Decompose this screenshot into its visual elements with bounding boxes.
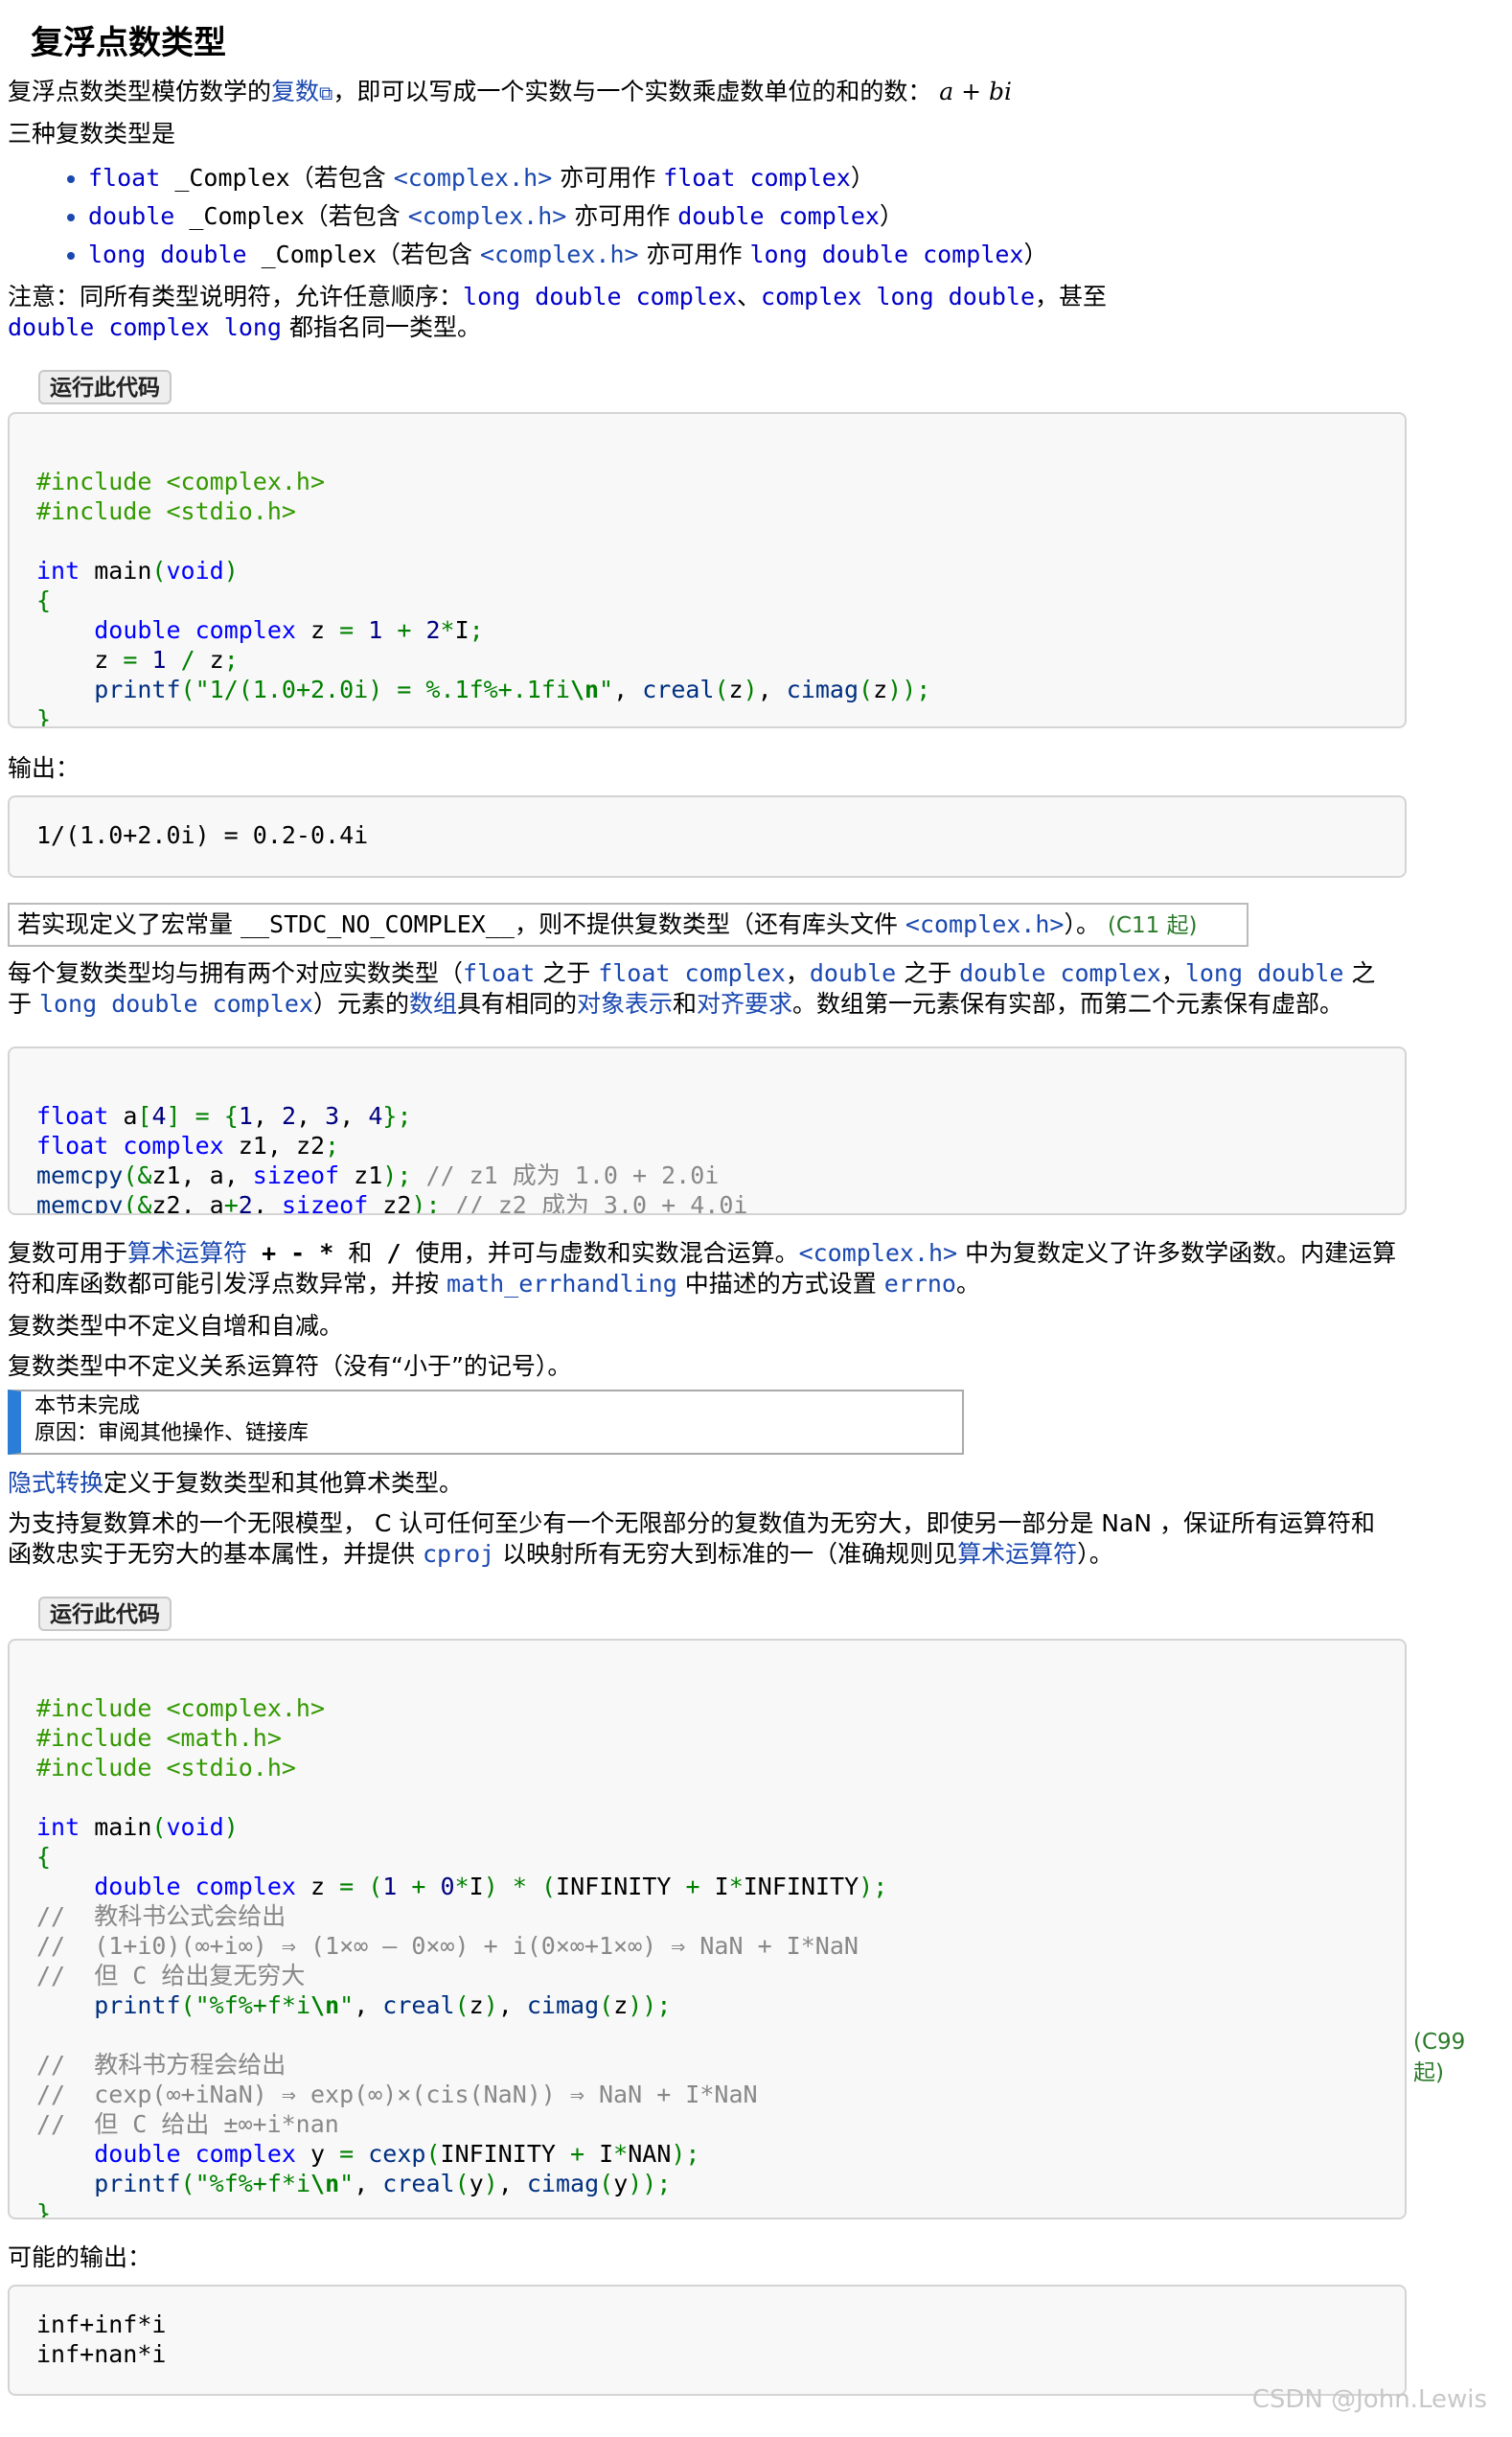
inf-model-line1: 为支持复数算术的一个无限模型， C 认可任何至少有一个无限部分的复数值为无穷大，… [8,1509,1375,1537]
todo-notice: 本节未完成 原因：审阅其他操作、链接库 [8,1390,964,1455]
run-code-button[interactable]: 运行此代码 [38,370,172,404]
list-item: long double _Complex（若包含 <complex.h> 亦可用… [67,236,1048,274]
arith-line2: 符和库函数都可能引发浮点数异常，并按 math_errhandling 中描述的… [8,1270,980,1298]
since-c99-badge: (C99 起) [1413,2030,1466,2085]
todo-title: 本节未完成 [34,1394,141,1418]
run-code-button-2[interactable]: 运行此代码 [38,1597,172,1631]
repr-line2: 于 long double complex）元素的数组具有相同的对象表示和对齐要… [8,990,1344,1018]
object-representation-link[interactable]: 对象表示 [577,990,673,1018]
todo-reason: 原因：审阅其他操作、链接库 [34,1421,309,1445]
output-block-1: 1/(1.0+2.0i) = 0.2-0.4i [8,795,1407,878]
cproj-link[interactable]: cproj [423,1540,494,1568]
arith-operators-link[interactable]: 算术运算符 [127,1239,247,1267]
implicit-conv-text: 隐式转换定义于复数类型和其他算术类型。 [8,1469,464,1497]
external-link-icon: ⧉ [319,81,333,104]
order-note-line2: double complex long 都指名同一类型。 [8,313,481,341]
order-note-line1: 注意：同所有类型说明符，允许任意顺序：long double complex、c… [8,283,1108,310]
stdc-no-complex-note: 若实现定义了宏常量 __STDC_NO_COMPLEX__，则不提供复数类型（还… [8,903,1249,947]
header-link[interactable]: <complex.h> [480,241,639,268]
list-item: double _Complex（若包含 <complex.h> 亦可用作 dou… [67,197,1048,236]
inf-model-line2: 函数忠实于无穷大的基本属性，并提供 cproj 以映射所有无穷大到标准的一（准确… [8,1540,1113,1568]
output-block-3: inf+inf*i inf+nan*i [8,2285,1407,2396]
code-block-1: #include <complex.h> #include <stdio.h> in… [8,412,1407,728]
version-badge: (C11 起) [1107,913,1198,938]
intro-text: 复浮点数类型模仿数学的 [8,78,272,105]
implicit-conversion-link[interactable]: 隐式转换 [8,1469,103,1497]
code-block-3: #include <complex.h> #include <math.h> #in… [8,1639,1407,2219]
no-incdec-text: 复数类型中不定义自增和自减。 [8,1312,344,1340]
watermark: CSDN @John.Lewis [1251,2385,1487,2414]
header-link[interactable]: <complex.h> [408,202,567,230]
math-formula: a + bi [939,78,1013,105]
alignment-link[interactable]: 对齐要求 [697,990,792,1018]
possible-output-label: 可能的输出： [8,2243,152,2271]
array-link[interactable]: 数组 [409,990,457,1018]
repr-line1: 每个复数类型均与拥有两个对应实数类型（float 之于 float comple… [8,959,1376,987]
errno-link[interactable]: errno [884,1270,956,1298]
three-types-label: 三种复数类型是 [8,120,176,148]
math-errhandling-link[interactable]: math_errhandling [447,1270,677,1298]
code-block-2: float a[4] = {1, 2, 3, 4}; float complex … [8,1046,1407,1215]
intro-text-2: ，即可以写成一个实数与一个实数乘虚数单位的和的数： [332,78,932,105]
intro-paragraph: 复浮点数类型模仿数学的复数⧉，即可以写成一个实数与一个实数乘虚数单位的和的数： … [8,77,1012,108]
header-link[interactable]: <complex.h> [394,164,553,192]
output-label: 输出： [8,754,80,782]
complex-types-list: float _Complex（若包含 <complex.h> 亦可用作 floa… [67,159,1048,274]
arith-operators-link-2[interactable]: 算术运算符 [957,1540,1077,1568]
header-link[interactable]: <complex.h> [905,910,1065,938]
list-item: float _Complex（若包含 <complex.h> 亦可用作 floa… [67,159,1048,197]
header-link[interactable]: <complex.h> [799,1239,958,1267]
complex-number-link[interactable]: 复数 [271,78,319,105]
page-title: 复浮点数类型 [31,24,226,62]
no-relational-text: 复数类型中不定义关系运算符（没有“小于”的记号）。 [8,1352,572,1380]
arith-line1: 复数可用于算术运算符 + - * 和 / 使用，并可与虚数和实数混合运算。<co… [8,1239,1397,1267]
